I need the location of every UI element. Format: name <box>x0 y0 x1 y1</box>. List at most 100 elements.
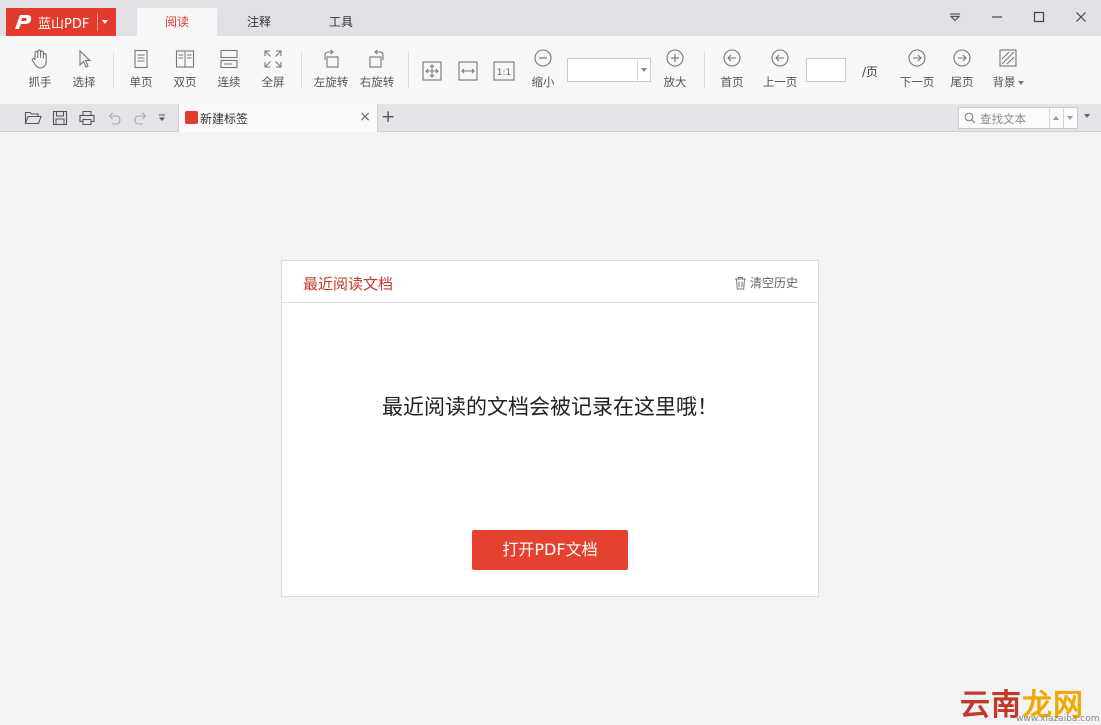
zoom-out-button[interactable]: 缩小 <box>521 48 565 90</box>
single-page-icon <box>134 49 148 69</box>
minimize-icon <box>992 16 1002 18</box>
recent-documents-header: 最近阅读文档 清空历史 <box>282 261 818 303</box>
first-page-icon <box>723 49 741 67</box>
zoom-level-select[interactable] <box>567 58 651 82</box>
single-page-label: 单页 <box>129 75 153 89</box>
last-page-label: 尾页 <box>950 75 974 89</box>
chevron-down-icon <box>102 20 109 24</box>
title-bar: 蓝山PDF 阅读 注释 工具 <box>0 0 1101 36</box>
prev-page-button[interactable]: 上一页 <box>758 48 802 90</box>
actual-size-icon: 1:1 <box>493 61 515 81</box>
tab-annotate[interactable]: 注释 <box>219 8 299 36</box>
maximize-button[interactable] <box>1024 6 1054 28</box>
search-prev-button[interactable] <box>1049 108 1063 128</box>
search-input[interactable]: 查找文本 <box>958 107 1078 129</box>
page-total-label: /页 <box>862 65 879 79</box>
zoom-out-icon <box>534 49 552 67</box>
divider <box>301 52 302 88</box>
next-page-icon <box>908 49 926 67</box>
rotate-left-button[interactable]: 左旋转 <box>309 48 353 90</box>
cursor-icon <box>79 49 92 68</box>
chevron-down-icon[interactable] <box>637 59 650 81</box>
fit-width-icon <box>458 61 478 81</box>
divider <box>408 52 409 88</box>
tab-strip: 新建标签 × + 查找文本 <box>0 104 1101 132</box>
grab-tool-button[interactable]: 抓手 <box>18 48 62 90</box>
fullscreen-button[interactable]: 全屏 <box>251 48 295 90</box>
close-button[interactable] <box>1066 6 1096 28</box>
rotate-left-icon <box>324 49 339 68</box>
divider <box>704 52 705 88</box>
main-toolbar: 抓手 选择 单页 双页 连续 全屏 左旋转 右旋转 1:1 缩小 放大 首页 上… <box>0 36 1101 104</box>
clear-history-label: 清空历史 <box>749 276 798 290</box>
tab-tools[interactable]: 工具 <box>301 8 381 36</box>
redo-button[interactable] <box>132 110 150 126</box>
app-logo-icon <box>12 12 34 32</box>
zoom-in-button[interactable]: 放大 <box>653 48 697 90</box>
first-page-button[interactable]: 首页 <box>710 48 754 90</box>
search-icon <box>964 112 976 124</box>
skin-menu-button[interactable] <box>940 6 970 28</box>
double-page-icon <box>175 50 195 68</box>
background-button[interactable]: 背景 <box>986 48 1030 90</box>
app-menu-button[interactable]: 蓝山PDF <box>6 8 116 36</box>
continuous-button[interactable]: 连续 <box>207 48 251 90</box>
watermark-text: 云南 <box>960 688 1022 723</box>
close-icon <box>1076 12 1086 22</box>
prev-page-icon <box>771 49 789 67</box>
new-tab-button[interactable]: + <box>381 107 395 127</box>
grab-label: 抓手 <box>28 75 52 89</box>
fit-page-button[interactable] <box>419 58 445 84</box>
select-label: 选择 <box>72 75 96 89</box>
next-page-button[interactable]: 下一页 <box>895 48 939 90</box>
fullscreen-icon <box>264 50 282 68</box>
zoom-in-icon <box>666 49 684 67</box>
hand-icon <box>31 49 47 69</box>
recent-documents-panel: 最近阅读文档 清空历史 最近阅读的文档会被记录在这里哦！ 打开PDF文档 <box>281 260 819 597</box>
last-page-icon <box>953 49 971 67</box>
page-number-input[interactable] <box>806 58 846 82</box>
continuous-icon <box>220 49 238 69</box>
last-page-button[interactable]: 尾页 <box>940 48 984 90</box>
search-next-button[interactable] <box>1063 108 1077 128</box>
actual-size-button[interactable]: 1:1 <box>491 58 517 84</box>
chevron-down-icon <box>1067 116 1073 120</box>
empty-state-message: 最近阅读的文档会被记录在这里哦！ <box>382 395 718 419</box>
continuous-label: 连续 <box>217 75 241 89</box>
undo-button[interactable] <box>105 110 123 126</box>
printer-icon <box>79 111 95 125</box>
single-page-button[interactable]: 单页 <box>119 48 163 90</box>
prev-page-label: 上一页 <box>762 75 798 89</box>
double-page-button[interactable]: 双页 <box>163 48 207 90</box>
quick-access-menu-button[interactable] <box>156 110 174 126</box>
redo-icon <box>134 112 147 125</box>
next-page-label: 下一页 <box>899 75 935 89</box>
tab-read[interactable]: 阅读 <box>137 8 217 36</box>
double-page-label: 双页 <box>173 75 197 89</box>
print-button[interactable] <box>78 110 96 126</box>
trash-icon <box>734 276 746 289</box>
fit-page-icon <box>422 61 442 81</box>
divider <box>113 52 114 88</box>
clear-history-button[interactable]: 清空历史 <box>734 274 798 291</box>
rotate-right-icon <box>369 49 384 68</box>
minimize-button[interactable] <box>982 6 1012 28</box>
document-tab[interactable]: 新建标签 × <box>178 104 378 132</box>
open-pdf-button[interactable]: 打开PDF文档 <box>472 530 628 570</box>
actual-size-label: 1:1 <box>497 68 511 78</box>
rotate-left-label: 左旋转 <box>313 75 349 89</box>
divider <box>97 13 99 31</box>
rotate-right-button[interactable]: 右旋转 <box>355 48 399 90</box>
fit-width-button[interactable] <box>455 58 481 84</box>
background-icon <box>999 49 1017 67</box>
document-tab-title: 新建标签 <box>200 112 249 126</box>
open-file-button[interactable] <box>24 110 42 126</box>
save-button[interactable] <box>51 110 69 126</box>
close-tab-icon[interactable]: × <box>359 109 371 125</box>
fullscreen-label: 全屏 <box>261 75 285 89</box>
maximize-icon <box>1033 11 1045 23</box>
search-options-button[interactable] <box>1084 114 1090 118</box>
select-tool-button[interactable]: 选择 <box>62 48 106 90</box>
dropdown-menu-icon <box>949 13 961 22</box>
pdf-file-icon <box>185 111 198 124</box>
